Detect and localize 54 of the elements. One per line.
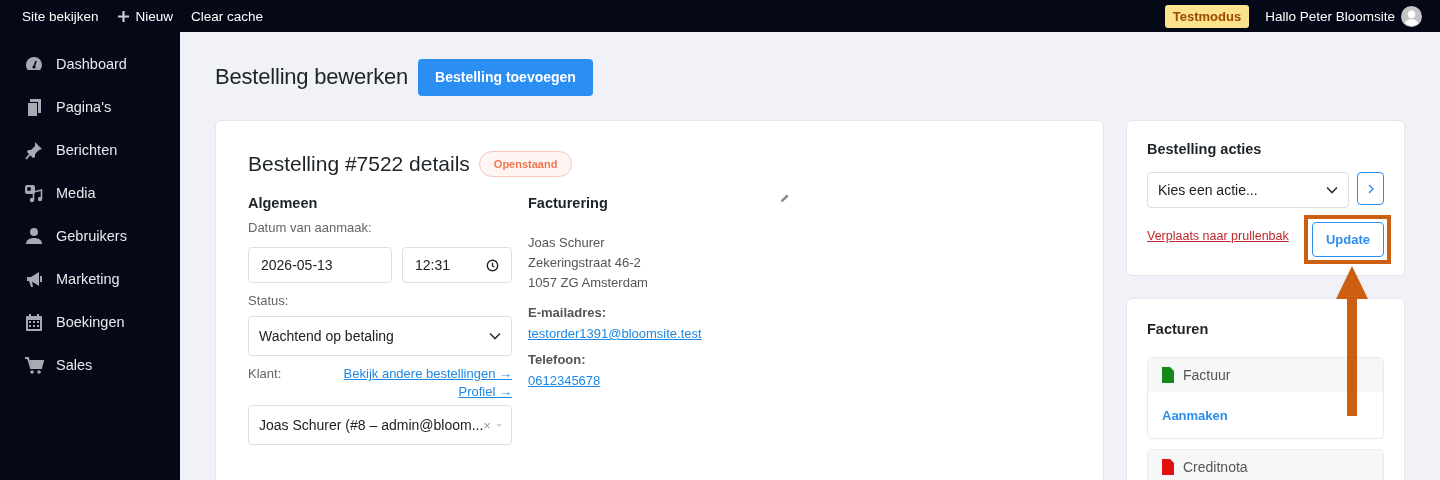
field-label: Status: — [248, 293, 290, 308]
site-link[interactable]: Site bekijken — [22, 8, 99, 24]
sidebar-item[interactable]: Marketing — [0, 257, 180, 300]
plus-icon — [116, 9, 130, 23]
chevron-down-icon — [489, 332, 501, 340]
address-line: Zekeringstraat 46-2 — [528, 254, 642, 272]
status-badge: Openstaand — [478, 151, 573, 177]
user-icon — [24, 225, 44, 246]
section-heading: Algemeen — [248, 195, 319, 211]
order-title: Bestelling #7522 details — [248, 152, 470, 176]
pin-icon — [24, 139, 44, 160]
chevron-down-icon — [1326, 186, 1339, 194]
clear-cache-link[interactable]: Clear cache — [191, 8, 264, 24]
apply-action-button[interactable] — [1357, 172, 1384, 205]
card-title: Bestelling acties — [1147, 141, 1263, 157]
sidebar-item[interactable]: Berichten — [0, 128, 180, 171]
chevron-down-icon — [496, 421, 501, 429]
action-select[interactable]: Kies een actie... — [1147, 172, 1350, 208]
address-line: 1057 ZG Amsterdam — [528, 274, 649, 292]
chevron-right-icon — [1367, 183, 1374, 194]
email-link[interactable]: testorder1391@bloomsite.test — [528, 326, 702, 341]
sidebar-item[interactable]: Dashboard — [0, 42, 180, 85]
section-heading: Facturering — [528, 195, 608, 211]
time-field[interactable]: 12:31 — [402, 247, 512, 283]
field-label: Klant: — [248, 366, 282, 381]
test-mode-badge: Testmodus — [1164, 4, 1250, 28]
trash-link[interactable]: Verplaats naar prullenbak — [1147, 228, 1289, 243]
new-link[interactable]: Nieuw — [116, 8, 174, 24]
profile-link[interactable]: Profiel → — [458, 384, 512, 399]
document-title: Creditnota — [1183, 459, 1248, 475]
greeting-link[interactable]: Hallo Peter Bloomsite — [1265, 8, 1395, 24]
clock-icon — [486, 258, 499, 272]
date-field[interactable]: 2026-05-13 — [248, 247, 392, 283]
field-label: Datum van aanmaak: — [248, 220, 373, 235]
phone-link[interactable]: 0612345678 — [528, 373, 601, 388]
status-select[interactable]: Wachtend op betaling — [248, 316, 512, 356]
page-title: Bestelling bewerken — [215, 64, 409, 90]
field-label: E-mailadres: — [528, 305, 608, 320]
card-title: Facturen — [1147, 321, 1210, 337]
sidebar-item[interactable]: Pagina's — [0, 85, 180, 128]
media-icon — [24, 182, 44, 203]
field-label: Telefoon: — [528, 352, 587, 367]
avatar-icon[interactable] — [1401, 5, 1422, 27]
sidebar-item[interactable]: Gebruikers — [0, 214, 180, 257]
other-orders-link[interactable]: Bekijk andere bestellingen → — [343, 366, 512, 381]
address-line: Joas Schurer — [528, 234, 606, 252]
customer-select[interactable]: Joas Schurer (#8 – admin@bloom...× — [248, 405, 512, 445]
sidebar-item[interactable]: Sales — [0, 343, 180, 386]
cart-icon — [24, 354, 44, 375]
calendar-icon — [24, 311, 44, 332]
sidebar-item[interactable]: Media — [0, 171, 180, 214]
sidebar-item[interactable]: Boekingen — [0, 300, 180, 343]
pencil-icon[interactable] — [779, 193, 790, 204]
document-title: Factuur — [1183, 367, 1231, 383]
